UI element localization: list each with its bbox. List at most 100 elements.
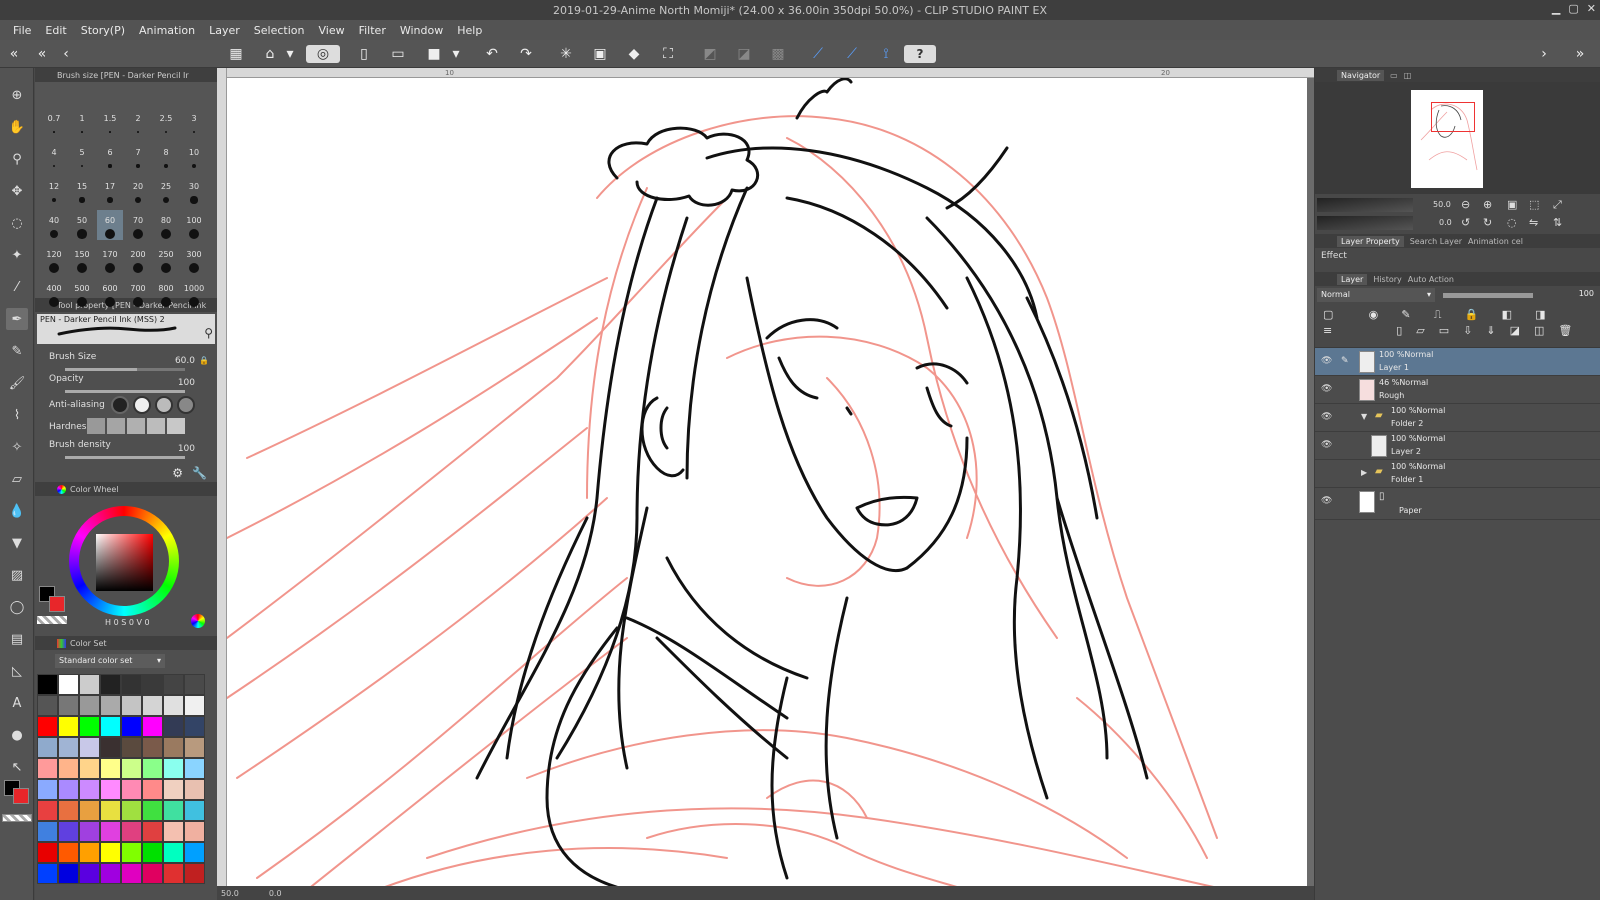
color-swatch[interactable]: [163, 695, 184, 716]
brush-size-option[interactable]: 600: [96, 284, 124, 293]
color-swatch[interactable]: [100, 737, 121, 758]
aa-medium-icon[interactable]: [155, 396, 173, 414]
color-swatch[interactable]: [37, 674, 58, 695]
layer-tab[interactable]: Layer: [1337, 273, 1368, 285]
color-swatch[interactable]: [79, 800, 100, 821]
brush-size-option[interactable]: 10: [180, 148, 208, 157]
brush-size-option[interactable]: 5: [68, 148, 96, 157]
menu-animation[interactable]: Animation: [132, 24, 202, 37]
chevron-right-icon[interactable]: ▶: [1361, 468, 1367, 477]
drawing-canvas[interactable]: [227, 78, 1307, 890]
decoration-tool-icon[interactable]: ✧: [6, 436, 28, 458]
brush-density-slider[interactable]: [65, 456, 185, 459]
dropdown-icon[interactable]: ▾: [280, 44, 300, 64]
color-swatch[interactable]: [79, 779, 100, 800]
layer-row[interactable]: 👁 ▯ Paper: [1315, 488, 1600, 520]
color-swatch[interactable]: [163, 800, 184, 821]
color-swatch[interactable]: [163, 716, 184, 737]
color-swatch[interactable]: [79, 863, 100, 884]
color-swatch[interactable]: [163, 737, 184, 758]
pen-tool-icon[interactable]: ✒: [6, 308, 28, 330]
color-swatch[interactable]: [184, 842, 205, 863]
color-swatch[interactable]: [184, 863, 205, 884]
color-swatch[interactable]: [58, 842, 79, 863]
color-swatch[interactable]: [58, 758, 79, 779]
color-swatch[interactable]: [37, 737, 58, 758]
new-file-icon[interactable]: ▯: [354, 44, 374, 64]
navigator-thumbnail[interactable]: [1411, 90, 1483, 188]
brush-size-option[interactable]: 400: [40, 284, 68, 293]
brush-size-option[interactable]: 2.5: [152, 114, 180, 123]
color-swatch[interactable]: [142, 779, 163, 800]
new-vector-layer-icon[interactable]: ▱: [1416, 324, 1424, 337]
color-swatch[interactable]: [142, 674, 163, 695]
color-swatch[interactable]: [121, 716, 142, 737]
brush-preset[interactable]: PEN - Darker Pencil Ink (MSS) 2: [37, 314, 215, 344]
color-swatch[interactable]: [79, 737, 100, 758]
color-mode-icon[interactable]: [191, 614, 205, 628]
navigator-view-frame[interactable]: [1431, 102, 1475, 132]
lasso-tool-icon[interactable]: ◌: [6, 212, 28, 234]
eye-icon[interactable]: 👁: [1321, 412, 1332, 422]
transfer-down-icon[interactable]: ⇩: [1463, 324, 1472, 337]
color-swatch[interactable]: [184, 779, 205, 800]
clip-studio-icon[interactable]: ⌂: [260, 44, 280, 64]
text-tool-icon[interactable]: A: [6, 692, 28, 714]
flip-horizontal-icon[interactable]: ⇋: [1529, 216, 1538, 229]
lock-icon[interactable]: 🔒: [199, 356, 209, 365]
status-zoom[interactable]: 50.0: [221, 889, 239, 898]
color-swatch[interactable]: [184, 800, 205, 821]
zoom-in-icon[interactable]: ⊕: [1483, 198, 1492, 211]
wheel-sub-color[interactable]: [49, 596, 65, 612]
brush-size-option[interactable]: 1: [68, 114, 96, 123]
color-swatch[interactable]: [58, 863, 79, 884]
collapse-left-icon[interactable]: «: [4, 44, 24, 64]
clip-studio-menu-icon[interactable]: ▦: [226, 44, 246, 64]
navigator-rotate-value[interactable]: 0.0: [1439, 218, 1452, 227]
zoom-slider[interactable]: [1317, 198, 1413, 212]
actual-size-icon[interactable]: ▣: [1507, 198, 1517, 211]
fit-screen-icon[interactable]: ⤢: [1553, 198, 1562, 212]
brush-size-option[interactable]: 100: [180, 216, 208, 225]
brush-size-tab[interactable]: Brush size [PEN - Darker Pencil Ir: [35, 68, 217, 82]
rotate-left-icon[interactable]: ↺: [1461, 216, 1470, 229]
aa-strong-icon[interactable]: [177, 396, 195, 414]
transform-icon[interactable]: ⛶: [658, 44, 678, 64]
color-swatch[interactable]: [184, 737, 205, 758]
opacity-value[interactable]: 100: [178, 378, 195, 388]
pencil-tool-icon[interactable]: ✎: [6, 340, 28, 362]
color-swatch[interactable]: [37, 779, 58, 800]
combine-down-icon[interactable]: ⇓: [1486, 324, 1495, 337]
brush-size-option[interactable]: 200: [124, 250, 152, 259]
color-swatch[interactable]: [121, 758, 142, 779]
opacity-slider[interactable]: [65, 390, 185, 393]
brush-size-option[interactable]: 800: [152, 284, 180, 293]
brush-size-option[interactable]: 17: [96, 182, 124, 191]
menu-layer[interactable]: Layer: [202, 24, 247, 37]
collapse-all-icon[interactable]: «: [32, 44, 52, 64]
brush-size-option[interactable]: 1.5: [96, 114, 124, 123]
eraser-icon[interactable]: ◆: [624, 44, 644, 64]
chevron-left-icon[interactable]: ‹: [56, 44, 76, 64]
wand-tool-icon[interactable]: ✦: [6, 244, 28, 266]
color-swatch[interactable]: [37, 716, 58, 737]
color-swatch[interactable]: [58, 800, 79, 821]
gradient-tool-icon[interactable]: ▨: [6, 564, 28, 586]
menu-edit[interactable]: Edit: [38, 24, 73, 37]
save-icon[interactable]: ■: [424, 44, 444, 64]
layer-opacity-slider[interactable]: [1443, 293, 1533, 298]
color-swatch[interactable]: [121, 800, 142, 821]
move-tool-icon[interactable]: ✥: [6, 180, 28, 202]
color-swatch[interactable]: [58, 695, 79, 716]
brush-size-value[interactable]: 60.0: [175, 356, 195, 366]
menu-story[interactable]: Story(P): [74, 24, 132, 37]
fit-window-icon[interactable]: ⬚: [1529, 198, 1539, 211]
color-swatch[interactable]: [121, 779, 142, 800]
color-swatch[interactable]: [37, 758, 58, 779]
color-swatch[interactable]: [121, 737, 142, 758]
new-raster-layer-icon[interactable]: ▯: [1396, 324, 1402, 337]
minimize-icon[interactable]: ▁: [1552, 2, 1560, 15]
status-rotation[interactable]: 0.0: [269, 889, 282, 898]
color-swatch[interactable]: [121, 842, 142, 863]
zoom-out-icon[interactable]: ⊖: [1461, 198, 1470, 211]
